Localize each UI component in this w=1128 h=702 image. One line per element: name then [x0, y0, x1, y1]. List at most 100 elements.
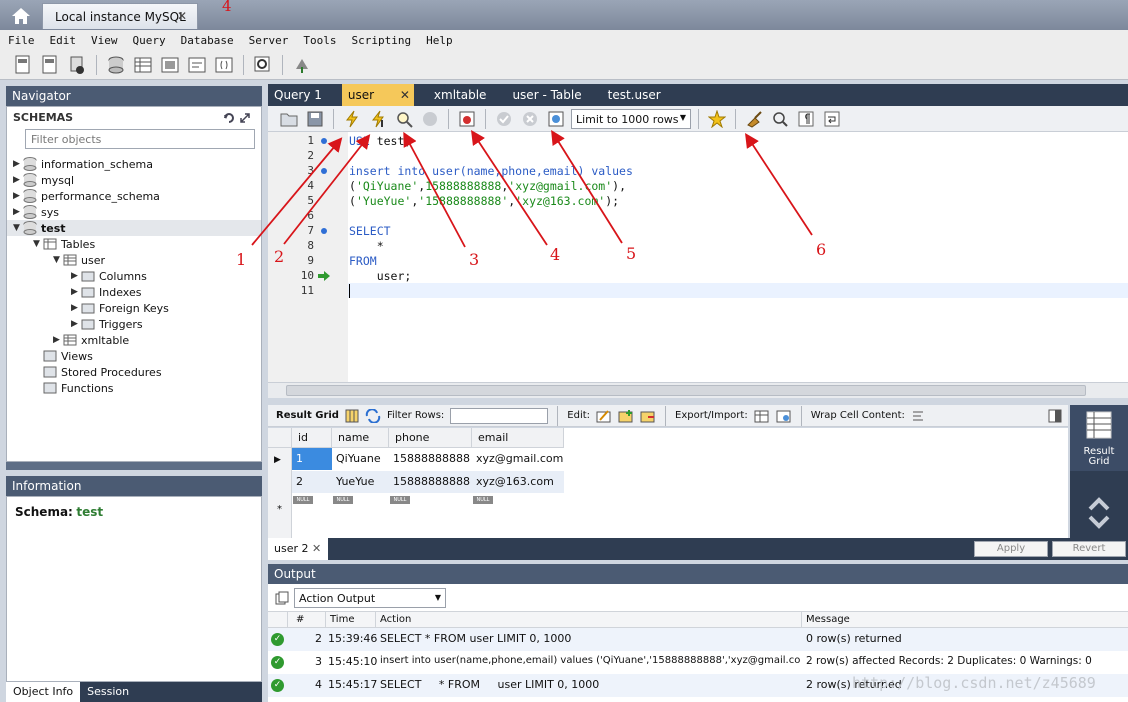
refresh-icon[interactable]	[365, 408, 381, 423]
column-header-phone[interactable]: phone	[389, 428, 472, 448]
cell-email[interactable]: xyz@gmail.com	[472, 448, 564, 470]
menu-file[interactable]: File	[8, 34, 35, 47]
result-grid-view-button[interactable]: Result Grid	[1070, 405, 1128, 471]
schema-mysql[interactable]: ▶ mysql	[13, 172, 74, 188]
chevron-down-icon[interactable]: ▼	[13, 223, 23, 233]
tab-object-info[interactable]: Object Info	[6, 682, 81, 702]
new-sql-tab-button[interactable]	[12, 54, 34, 76]
user-triggers-node[interactable]: ▶ Triggers	[71, 316, 143, 332]
inspector-button[interactable]	[66, 54, 88, 76]
search-table-data-button[interactable]	[252, 54, 274, 76]
chevron-right-icon[interactable]: ▶	[13, 175, 23, 185]
menu-database[interactable]: Database	[181, 34, 234, 47]
invisible-chars-button[interactable]	[795, 108, 817, 130]
create-procedure-button[interactable]	[186, 54, 208, 76]
auto-commit-button[interactable]	[545, 108, 567, 130]
user-foreign-keys-node[interactable]: ▶ Foreign Keys	[71, 300, 169, 316]
chevron-right-icon[interactable]: ▶	[71, 271, 81, 281]
chevron-right-icon[interactable]: ▶	[13, 191, 23, 201]
explain-button[interactable]	[393, 108, 415, 130]
menu-help[interactable]: Help	[426, 34, 453, 47]
expand-icon[interactable]	[239, 112, 251, 124]
menu-server[interactable]: Server	[249, 34, 289, 47]
cell-name[interactable]: QiYuane	[332, 448, 389, 470]
null-badge[interactable]: NULL	[293, 496, 313, 504]
null-badge[interactable]: NULL	[390, 496, 410, 504]
output-mode-select[interactable]: Action Output ▼	[294, 588, 446, 608]
tab-user[interactable]: user ✕	[341, 84, 414, 106]
chevron-down-icon[interactable]: ▼	[53, 255, 63, 265]
sql-editor[interactable]: 1 2 3 4 5 6 7 8 9 10 11 USE test; insert…	[268, 132, 1128, 382]
table-user[interactable]: ▼ user	[53, 252, 105, 268]
create-function-button[interactable]	[213, 54, 235, 76]
chevron-right-icon[interactable]: ▶	[13, 159, 23, 169]
chevron-right-icon[interactable]: ▶	[71, 303, 81, 313]
filter-rows-input[interactable]	[450, 407, 549, 424]
close-icon[interactable]: ✕	[400, 88, 410, 102]
output-row[interactable]: ✓ 3 15:45:10 insert into user(name,phone…	[268, 651, 1128, 674]
insert-row-icon[interactable]	[618, 409, 634, 423]
menu-tools[interactable]: Tools	[303, 34, 336, 47]
tab-test-user[interactable]: test.user	[602, 84, 667, 106]
apply-button[interactable]: Apply	[974, 541, 1048, 557]
copy-icon[interactable]	[275, 591, 289, 605]
chevron-right-icon[interactable]: ▶	[13, 207, 23, 217]
cell-phone[interactable]: 15888888888	[389, 448, 472, 470]
import-icon[interactable]	[776, 409, 792, 423]
views-node[interactable]: Views	[43, 348, 93, 364]
editor-horizontal-scrollbar[interactable]	[268, 382, 1128, 398]
stop-button[interactable]	[419, 108, 441, 130]
table-row[interactable]: 1 QiYuane 15888888888 xyz@gmail.com	[292, 448, 564, 470]
execute-current-button[interactable]	[367, 108, 389, 130]
menu-edit[interactable]: Edit	[50, 34, 77, 47]
functions-node[interactable]: Functions	[43, 380, 114, 396]
menu-scripting[interactable]: Scripting	[351, 34, 411, 47]
revert-button[interactable]: Revert	[1052, 541, 1126, 557]
grid-icon[interactable]	[345, 409, 359, 423]
tab-user-table[interactable]: user - Table	[506, 84, 587, 106]
commit-button[interactable]	[493, 108, 515, 130]
close-icon[interactable]: ✕	[177, 9, 187, 23]
menu-view[interactable]: View	[91, 34, 118, 47]
null-badge[interactable]: NULL	[473, 496, 493, 504]
find-button[interactable]	[769, 108, 791, 130]
execute-button[interactable]	[341, 108, 363, 130]
toggle-continue-on-error-button[interactable]	[456, 108, 478, 130]
edit-row-icon[interactable]	[596, 409, 612, 423]
tab-user-2[interactable]: user 2 ✕	[268, 538, 328, 560]
chevron-right-icon[interactable]: ▶	[53, 335, 63, 345]
wrap-lines-button[interactable]	[821, 108, 843, 130]
table-xmltable[interactable]: ▶ xmltable	[53, 332, 129, 348]
column-header-email[interactable]: email	[472, 428, 564, 448]
reconnect-button[interactable]	[291, 54, 313, 76]
open-file-button[interactable]	[278, 108, 300, 130]
user-columns-node[interactable]: ▶ Columns	[71, 268, 147, 284]
chevron-down-icon[interactable]: ▼	[33, 239, 43, 249]
toggle-panel-icon[interactable]	[1048, 409, 1062, 423]
schema-sys[interactable]: ▶ sys	[13, 204, 59, 220]
cell-name[interactable]: YueYue	[332, 471, 389, 493]
table-row[interactable]: 2 YueYue 15888888888 xyz@163.com	[292, 471, 564, 493]
schema-test[interactable]: ▼ test	[7, 220, 261, 236]
null-badge[interactable]: NULL	[333, 496, 353, 504]
column-header-id[interactable]: id	[292, 428, 332, 448]
stored-procedures-node[interactable]: Stored Procedures	[43, 364, 162, 380]
delete-row-icon[interactable]	[640, 409, 656, 423]
cell-email[interactable]: xyz@163.com	[472, 471, 564, 493]
column-header-name[interactable]: name	[332, 428, 389, 448]
filter-objects-input[interactable]: Filter objects	[25, 129, 255, 149]
cell-id[interactable]: 1	[292, 448, 332, 470]
create-schema-button[interactable]	[105, 54, 127, 76]
create-view-button[interactable]	[159, 54, 181, 76]
schema-performance-schema[interactable]: ▶ performance_schema	[13, 188, 160, 204]
wrap-cell-icon[interactable]	[911, 409, 925, 423]
chevron-right-icon[interactable]: ▶	[71, 319, 81, 329]
save-button[interactable]	[304, 108, 326, 130]
export-icon[interactable]	[754, 409, 770, 423]
tab-xmltable[interactable]: xmltable	[428, 84, 493, 106]
home-button[interactable]	[4, 3, 38, 29]
create-table-button[interactable]	[132, 54, 154, 76]
connection-tab[interactable]: Local instance MySQL ✕	[42, 3, 198, 29]
schema-information-schema[interactable]: ▶ information_schema	[13, 156, 153, 172]
limit-rows-select[interactable]: Limit to 1000 rows ▼	[571, 108, 691, 129]
